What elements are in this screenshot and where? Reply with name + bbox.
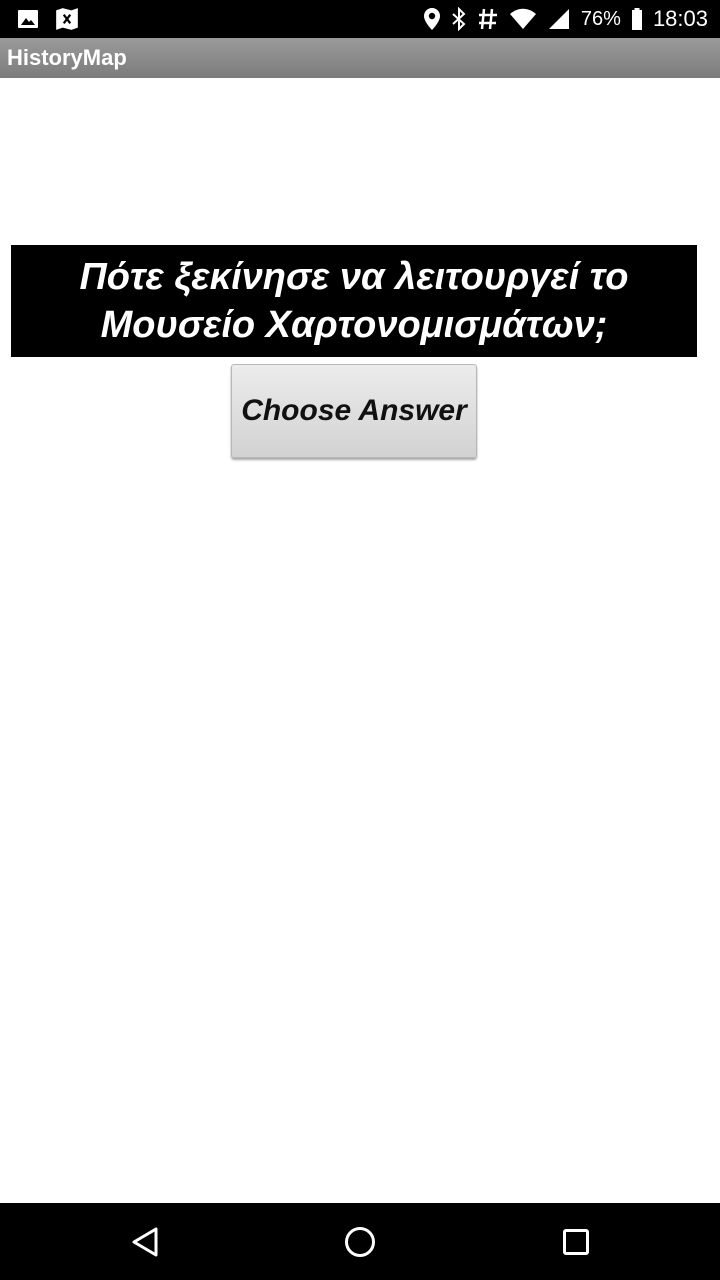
app-bar: HistoryMap — [0, 38, 720, 78]
choose-answer-button[interactable]: Choose Answer — [231, 364, 477, 458]
choose-answer-label: Choose Answer — [241, 394, 467, 427]
location-icon — [423, 7, 441, 31]
app-title: HistoryMap — [7, 45, 127, 70]
status-time: 18:03 — [652, 6, 708, 31]
wifi-icon — [509, 8, 537, 30]
battery-icon — [631, 7, 643, 31]
battery-percent: 76% — [580, 8, 621, 30]
bluetooth-icon — [451, 7, 467, 31]
map-icon — [54, 6, 80, 32]
home-icon — [345, 1226, 375, 1257]
image-icon — [16, 7, 40, 31]
recents-icon — [563, 1228, 589, 1255]
back-button[interactable] — [85, 1203, 205, 1280]
status-bar: 76% 18:03 — [0, 0, 720, 38]
question-box: Πότε ξεκίνησε να λειτουργεί το Μουσείο Χ… — [11, 245, 697, 357]
question-text: Πότε ξεκίνησε να λειτουργεί το Μουσείο Χ… — [79, 256, 629, 346]
recents-button[interactable] — [516, 1203, 636, 1280]
signal-icon — [547, 7, 571, 31]
hash-icon — [477, 7, 499, 31]
system-icons: 76% 18:03 — [423, 0, 708, 38]
back-icon — [132, 1227, 158, 1256]
home-button[interactable] — [300, 1203, 420, 1280]
notification-icons — [16, 6, 80, 32]
navigation-bar — [0, 1203, 720, 1280]
